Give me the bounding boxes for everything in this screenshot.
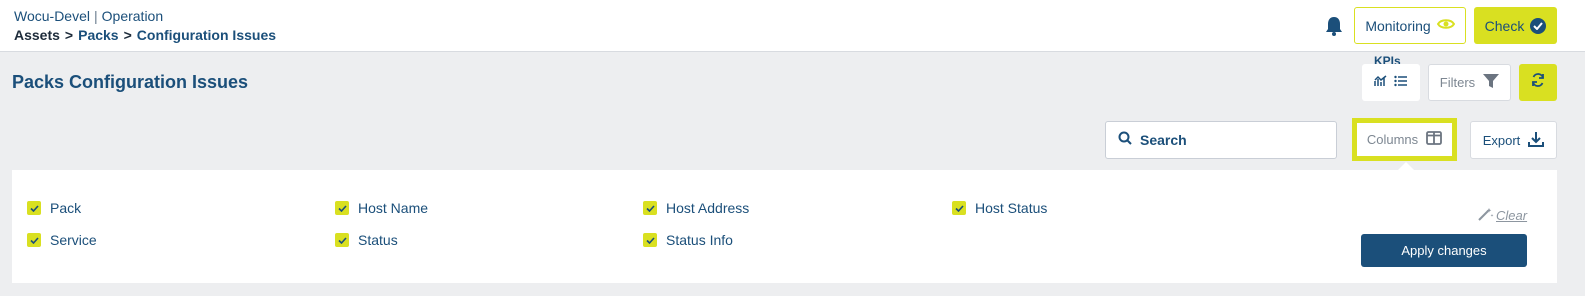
column-option-label: Service bbox=[50, 232, 97, 248]
column-option-label: Host Status bbox=[975, 200, 1048, 216]
apply-changes-button[interactable]: Apply changes bbox=[1361, 234, 1527, 267]
search-box[interactable] bbox=[1105, 121, 1337, 159]
monitoring-label: Monitoring bbox=[1365, 17, 1431, 34]
columns-icon bbox=[1426, 131, 1443, 148]
columns-panel: Pack Host Name Host Address Host Status … bbox=[12, 170, 1557, 283]
search-input[interactable] bbox=[1140, 132, 1320, 148]
magic-wand-icon bbox=[1478, 207, 1494, 224]
section-name[interactable]: Operation bbox=[102, 8, 163, 24]
checkbox-icon[interactable] bbox=[27, 233, 41, 247]
column-option-status[interactable]: Status bbox=[335, 232, 398, 248]
clear-button[interactable]: Clear bbox=[1478, 207, 1527, 224]
monitoring-button[interactable]: Monitoring bbox=[1354, 7, 1466, 44]
refresh-icon bbox=[1531, 73, 1545, 92]
instance-section: Wocu-Devel | Operation bbox=[14, 8, 163, 24]
breadcrumb-separator: > bbox=[64, 27, 74, 43]
filters-label: Filters bbox=[1439, 75, 1476, 90]
checkbox-icon[interactable] bbox=[643, 201, 657, 215]
checkbox-icon[interactable] bbox=[952, 201, 966, 215]
export-label: Export bbox=[1482, 132, 1521, 148]
column-option-host-name[interactable]: Host Name bbox=[335, 200, 428, 216]
column-option-label: Pack bbox=[50, 200, 82, 216]
breadcrumb: Assets > Packs > Configuration Issues bbox=[14, 27, 276, 43]
column-option-label: Host Address bbox=[666, 200, 750, 216]
checkbox-icon[interactable] bbox=[335, 233, 349, 247]
top-bar: Wocu-Devel | Operation Assets > Packs > Config… bbox=[0, 0, 1585, 52]
column-option-label: Status bbox=[358, 232, 398, 248]
check-circle-icon bbox=[1530, 17, 1547, 34]
search-icon bbox=[1118, 131, 1132, 150]
eye-icon bbox=[1436, 17, 1455, 34]
bell-icon[interactable] bbox=[1325, 16, 1343, 36]
column-option-label: Host Name bbox=[358, 200, 429, 216]
columns-button[interactable]: Columns bbox=[1352, 118, 1457, 161]
filter-icon bbox=[1483, 73, 1500, 92]
chart-icon[interactable] bbox=[1374, 74, 1388, 92]
instance-name[interactable]: Wocu-Devel bbox=[14, 8, 90, 24]
breadcrumb-packs[interactable]: Packs bbox=[78, 27, 118, 43]
checkbox-icon[interactable] bbox=[643, 233, 657, 247]
checkbox-icon[interactable] bbox=[335, 201, 349, 215]
kpis-toggle[interactable] bbox=[1362, 64, 1420, 101]
column-option-service[interactable]: Service bbox=[27, 232, 97, 248]
column-option-status-info[interactable]: Status Info bbox=[643, 232, 733, 248]
checkbox-icon[interactable] bbox=[27, 201, 41, 215]
breadcrumb-separator: > bbox=[123, 27, 132, 43]
columns-label: Columns bbox=[1366, 132, 1419, 147]
column-option-host-status[interactable]: Host Status bbox=[952, 200, 1047, 216]
column-option-pack[interactable]: Pack bbox=[27, 200, 81, 216]
clear-label: Clear bbox=[1496, 208, 1528, 223]
refresh-button[interactable] bbox=[1519, 64, 1557, 101]
instance-separator: | bbox=[94, 8, 98, 24]
breadcrumb-assets[interactable]: Assets bbox=[14, 27, 60, 43]
column-option-label: Status Info bbox=[666, 232, 733, 248]
list-icon[interactable] bbox=[1394, 74, 1408, 92]
breadcrumb-current: Configuration Issues bbox=[136, 27, 277, 43]
column-option-host-address[interactable]: Host Address bbox=[643, 200, 749, 216]
download-icon bbox=[1528, 131, 1545, 150]
export-button[interactable]: Export bbox=[1470, 121, 1557, 159]
filters-button[interactable]: Filters bbox=[1428, 64, 1511, 101]
check-button[interactable]: Check bbox=[1474, 7, 1557, 44]
check-label: Check bbox=[1484, 17, 1525, 34]
page-title: Packs Configuration Issues bbox=[12, 72, 249, 92]
